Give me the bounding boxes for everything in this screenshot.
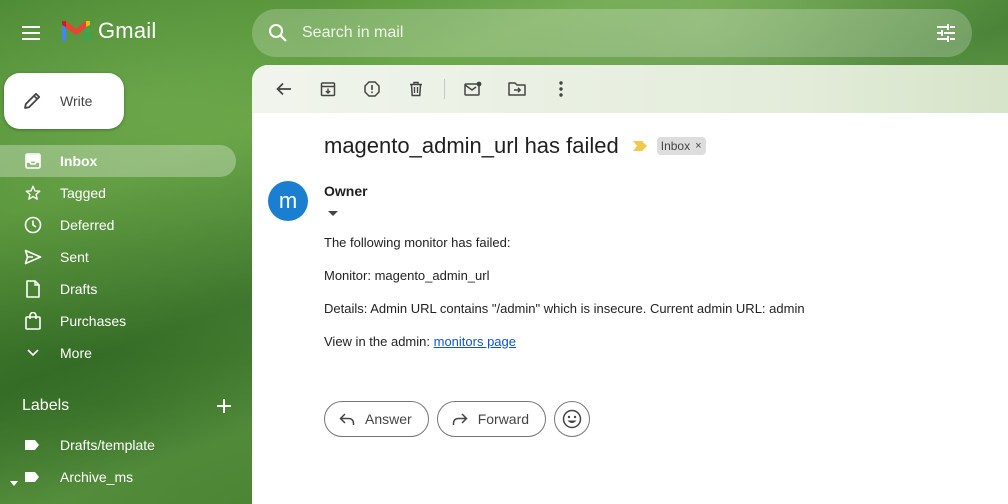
archive-button[interactable] bbox=[310, 71, 346, 107]
body-line: Details: Admin URL contains "/admin" whi… bbox=[324, 301, 805, 316]
sidebar-item-label: Purchases bbox=[60, 313, 127, 329]
compose-label: Write bbox=[60, 93, 93, 109]
monitors-page-link[interactable]: monitors page bbox=[434, 334, 516, 349]
sender-name[interactable]: Owner bbox=[324, 183, 368, 199]
more-options-button[interactable] bbox=[543, 71, 579, 107]
sidebar-item-tagged[interactable]: Tagged bbox=[0, 177, 236, 209]
delete-button[interactable] bbox=[398, 71, 434, 107]
report-spam-button[interactable] bbox=[354, 71, 390, 107]
label-icon bbox=[24, 439, 42, 451]
sidebar-item-sent[interactable]: Sent bbox=[0, 241, 236, 273]
filter-options-icon[interactable] bbox=[936, 23, 956, 43]
forward-icon bbox=[452, 412, 468, 426]
clock-icon bbox=[24, 216, 42, 234]
spam-warning-icon bbox=[364, 81, 380, 97]
sidebar-item-deferred[interactable]: Deferred bbox=[0, 209, 236, 241]
label-item-drafts-template[interactable]: Drafts/template bbox=[0, 429, 240, 461]
pencil-icon bbox=[22, 91, 42, 111]
forward-label: Forward bbox=[477, 411, 530, 427]
more-vert-icon bbox=[559, 81, 563, 97]
inbox-icon bbox=[24, 153, 42, 169]
hamburger-icon bbox=[22, 25, 42, 41]
trash-icon bbox=[409, 81, 423, 97]
star-icon bbox=[24, 184, 42, 202]
link-prefix: View in the admin: bbox=[324, 334, 434, 349]
label-item-text: Drafts/template bbox=[60, 437, 155, 453]
sidebar-item-label: Drafts bbox=[60, 281, 98, 297]
reply-actions: Answer Forward bbox=[324, 401, 591, 437]
importance-marker-icon[interactable] bbox=[632, 138, 647, 156]
move-to-button[interactable] bbox=[499, 71, 535, 107]
add-label-icon[interactable] bbox=[216, 398, 232, 414]
show-details-icon[interactable] bbox=[328, 204, 338, 222]
mark-unread-button[interactable] bbox=[455, 71, 491, 107]
expand-caret-icon[interactable] bbox=[10, 474, 18, 490]
shopping-bag-icon bbox=[24, 312, 42, 330]
smiley-icon bbox=[562, 409, 582, 429]
message-toolbar bbox=[252, 65, 1008, 113]
forward-button[interactable]: Forward bbox=[436, 401, 547, 437]
mark-unread-icon bbox=[464, 81, 482, 97]
inbox-label-chip: Inbox × bbox=[656, 137, 706, 155]
app-name: Gmail bbox=[98, 18, 157, 43]
send-icon bbox=[24, 249, 42, 265]
toolbar-divider bbox=[444, 79, 445, 99]
sidebar-item-purchases[interactable]: Purchases bbox=[0, 305, 236, 337]
avatar[interactable]: m bbox=[268, 181, 308, 221]
remove-label-button[interactable]: × bbox=[695, 140, 701, 152]
reading-pane: magento_admin_url has failed Inbox × m O… bbox=[252, 65, 1008, 504]
sidebar-nav: Inbox Tagged Deferred Sent Drafts Purcha… bbox=[0, 145, 240, 369]
label-list: Drafts/template Archive_ms bbox=[0, 429, 240, 493]
body-line: Monitor: magento_admin_url bbox=[324, 268, 490, 283]
search-bar[interactable] bbox=[252, 9, 972, 57]
body-line: View in the admin: monitors page bbox=[324, 335, 805, 349]
sidebar-item-drafts[interactable]: Drafts bbox=[0, 273, 236, 305]
body-line: The following monitor has failed: bbox=[324, 235, 511, 250]
main-menu-button[interactable] bbox=[12, 13, 52, 53]
reply-button[interactable]: Answer bbox=[324, 401, 429, 437]
reply-icon bbox=[339, 412, 355, 426]
labels-header: Labels bbox=[22, 396, 232, 416]
sidebar-item-inbox[interactable]: Inbox bbox=[0, 145, 236, 177]
arrow-left-icon bbox=[276, 82, 292, 96]
label-item-archive-ms[interactable]: Archive_ms bbox=[0, 461, 240, 493]
gmail-logo[interactable]: Gmail bbox=[60, 18, 156, 44]
email-body: The following monitor has failed: Monito… bbox=[324, 236, 805, 368]
sidebar-item-label: Tagged bbox=[60, 185, 106, 201]
label-item-text: Archive_ms bbox=[60, 469, 134, 485]
search-icon[interactable] bbox=[268, 23, 288, 43]
draft-icon bbox=[24, 280, 42, 298]
back-button[interactable] bbox=[266, 71, 302, 107]
labels-heading: Labels bbox=[22, 397, 70, 414]
compose-button[interactable]: Write bbox=[4, 73, 124, 129]
chevron-down-icon bbox=[24, 348, 42, 358]
chip-text: Inbox bbox=[660, 139, 691, 153]
sidebar-item-more[interactable]: More bbox=[0, 337, 236, 369]
search-input[interactable] bbox=[302, 24, 936, 42]
sidebar-item-label: Deferred bbox=[60, 217, 115, 233]
reply-label: Answer bbox=[365, 411, 412, 427]
gmail-m-icon bbox=[60, 19, 92, 43]
emoji-reaction-button[interactable] bbox=[554, 401, 591, 437]
move-folder-icon bbox=[508, 81, 526, 97]
email-subject: magento_admin_url has failed bbox=[324, 133, 619, 158]
sidebar-item-label: Inbox bbox=[60, 153, 98, 169]
sidebar-item-label: Sent bbox=[60, 249, 89, 265]
archive-icon bbox=[320, 81, 336, 97]
sidebar-item-label: More bbox=[60, 345, 92, 361]
label-icon bbox=[24, 471, 42, 483]
subject-row: magento_admin_url has failed Inbox × bbox=[324, 133, 706, 159]
